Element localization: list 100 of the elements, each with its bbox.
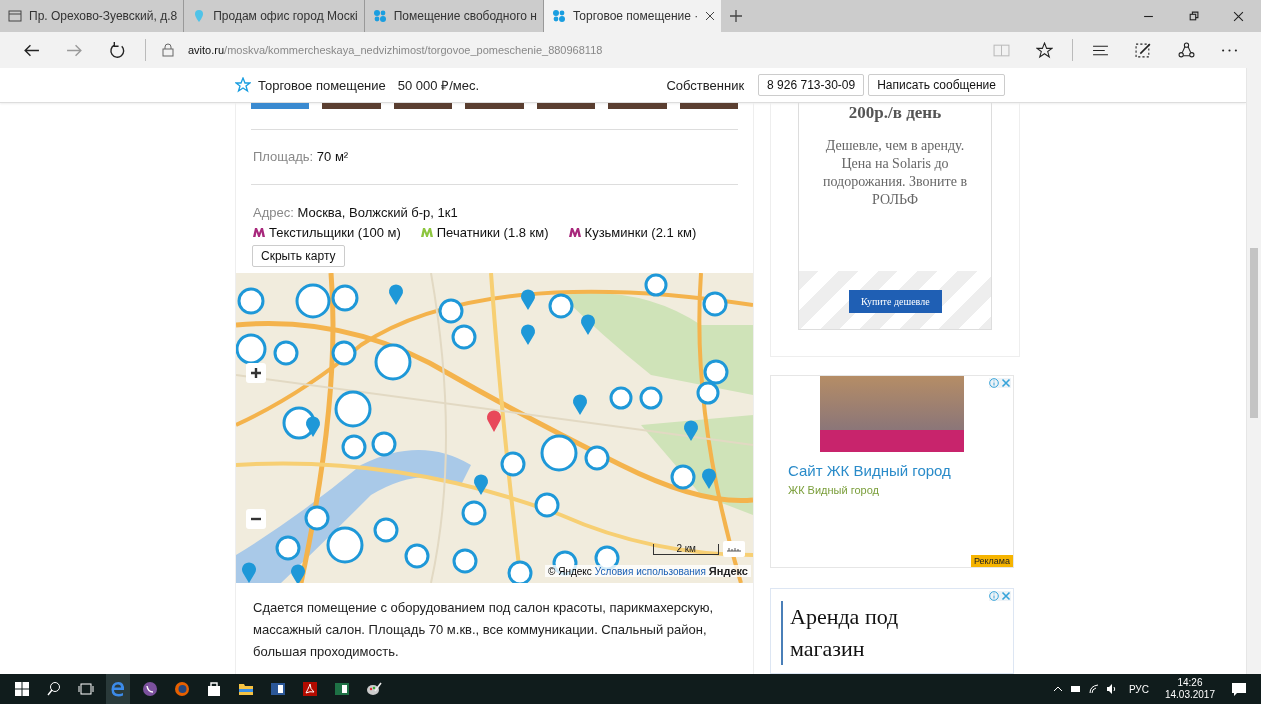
area-text: Площадь: 70 м² (253, 149, 349, 164)
cluster-marker[interactable] (374, 343, 412, 381)
notification-icon[interactable] (1231, 681, 1247, 697)
scrollbar-thumb[interactable] (1250, 248, 1258, 418)
clock-date[interactable]: 14.03.2017 (1164, 689, 1215, 701)
cluster-marker[interactable] (438, 298, 464, 324)
ad-button[interactable]: Купите дешевле (849, 290, 942, 313)
tab-title: Продам офис город Москі (213, 9, 358, 23)
map-pin[interactable] (389, 284, 403, 305)
terms-link[interactable]: Условия использования (594, 565, 706, 577)
photo-placeholder[interactable] (393, 103, 453, 109)
ad-title: Аренда под магазин (781, 601, 940, 666)
cluster-marker[interactable] (644, 273, 668, 297)
photo-placeholder[interactable] (536, 103, 596, 109)
map-pin[interactable] (573, 394, 587, 415)
cluster-marker[interactable] (331, 284, 359, 312)
refresh-icon[interactable] (109, 41, 126, 59)
cluster-marker[interactable] (609, 386, 633, 410)
close-icon[interactable] (1233, 10, 1244, 22)
wifi-icon[interactable] (1087, 683, 1100, 695)
bag-icon[interactable] (206, 681, 222, 697)
browser-e-icon[interactable] (106, 674, 130, 704)
clock-time[interactable]: 14:26 (1177, 677, 1203, 689)
task-view-icon[interactable] (78, 681, 94, 697)
chat-icon[interactable] (142, 681, 158, 697)
restore-icon[interactable] (1188, 10, 1199, 22)
close-icon[interactable] (705, 11, 716, 21)
search-icon[interactable] (46, 681, 62, 697)
cluster-marker[interactable] (341, 434, 367, 460)
cluster-marker[interactable] (304, 505, 330, 531)
cluster-marker[interactable] (273, 340, 299, 366)
address-field[interactable]: avito.ru/moskva/kommercheskaya_nedvizhimost/torgovoe_pomeschenie_880968118 (184, 42, 607, 58)
cluster-marker[interactable] (548, 293, 574, 319)
browser-tab[interactable]: Торговое помещение · (543, 0, 722, 32)
map-scale: 2 км (653, 543, 719, 555)
cluster-marker[interactable] (331, 340, 357, 366)
cluster-marker[interactable] (703, 359, 729, 385)
windows-icon[interactable] (14, 681, 30, 697)
info-icon[interactable] (989, 378, 999, 388)
map-pin[interactable] (521, 289, 535, 310)
metro-station: Кузьминки (2.1 км) (584, 225, 697, 240)
ruler-icon[interactable] (723, 541, 745, 557)
new-tab-icon[interactable] (729, 9, 744, 23)
message-button[interactable]: Написать сообщение (868, 74, 1005, 96)
cluster-marker[interactable] (275, 535, 301, 561)
ad-domain: ЖК Видный город (788, 484, 880, 496)
metro-station: Печатники (1.8 км) (436, 225, 549, 240)
page-icon (8, 9, 22, 23)
phone-button[interactable]: 8 926 713-30-09 (758, 74, 865, 96)
ad-title-link[interactable]: Сайт ЖК Видный город (788, 462, 1013, 479)
spreadsheet-icon[interactable] (334, 681, 350, 697)
cluster-marker[interactable] (452, 548, 478, 574)
language-indicator[interactable]: РУС (1128, 683, 1149, 695)
folder-icon[interactable] (238, 681, 254, 697)
cluster-marker[interactable] (371, 431, 397, 457)
map-pin[interactable] (291, 564, 305, 583)
pen-icon[interactable] (1135, 41, 1152, 59)
cluster-marker[interactable] (334, 390, 372, 428)
share-icon[interactable] (1178, 41, 1195, 59)
lock-icon (162, 43, 174, 57)
document-icon[interactable] (270, 681, 286, 697)
zoom-in-icon[interactable] (246, 363, 266, 383)
hide-map-button[interactable]: Скрыть карту (252, 245, 345, 267)
cluster-marker[interactable] (451, 324, 477, 350)
star-icon[interactable] (1036, 41, 1053, 59)
map-pin[interactable] (521, 324, 535, 345)
battery-icon[interactable] (1069, 683, 1082, 695)
dots-icon (551, 9, 566, 23)
pdf-icon[interactable] (302, 681, 318, 697)
cluster-marker[interactable] (584, 445, 610, 471)
zoom-out-icon[interactable] (246, 509, 266, 529)
tab-title: Помещение свободного н (393, 9, 537, 23)
listing-price: 50 000 ₽/мес. (397, 77, 480, 94)
cluster-marker[interactable] (670, 464, 696, 490)
tab-title: Пр. Орехово-Зуевский, д.8 (29, 9, 178, 23)
fox-icon[interactable] (174, 681, 190, 697)
cluster-marker[interactable] (295, 283, 331, 319)
cluster-marker[interactable] (540, 434, 578, 472)
cluster-marker[interactable] (534, 492, 560, 518)
cluster-marker[interactable] (373, 517, 399, 543)
cluster-marker[interactable] (500, 451, 526, 477)
dots-icon (372, 9, 387, 23)
cluster-marker[interactable] (326, 526, 364, 564)
map-pin[interactable] (581, 314, 595, 335)
palette-icon[interactable] (366, 681, 382, 697)
cluster-marker[interactable] (507, 560, 533, 583)
cluster-marker[interactable] (461, 500, 487, 526)
map-pin[interactable] (702, 468, 716, 489)
cluster-marker[interactable] (702, 291, 728, 317)
map-pin[interactable] (242, 562, 256, 583)
star-icon[interactable] (235, 77, 251, 93)
cluster-marker[interactable] (639, 386, 663, 410)
cluster-marker[interactable] (404, 543, 430, 569)
info-icon[interactable] (989, 591, 999, 602)
speaker-icon[interactable] (1105, 683, 1118, 695)
cluster-marker[interactable] (696, 381, 720, 405)
map-pin[interactable] (684, 420, 698, 441)
map-pin[interactable] (306, 416, 320, 437)
map-pin[interactable] (474, 474, 488, 495)
cluster-marker[interactable] (237, 287, 265, 315)
